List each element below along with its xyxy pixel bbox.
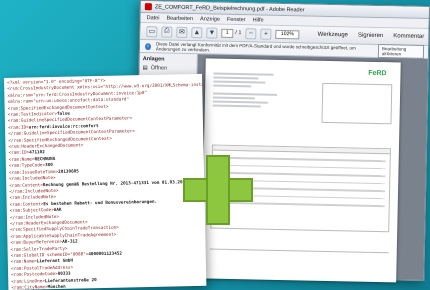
xml-tag: <ram:GuidelineSpecifiedDocumentContextPa… [7,116,133,125]
menu-bearbeiten[interactable]: Bearbeiten [166,15,193,22]
print-icon[interactable]: ⎙ [161,25,173,38]
menu-hilfe[interactable]: Hilfe [253,17,264,23]
menu-datei[interactable]: Datei [147,15,160,21]
xml-tag: <ram:GlobalID schemeID="0088"> [10,252,89,259]
xml-tag: <rsm:HeaderExchangedDocument> [8,143,84,150]
invoice-header-box [321,82,393,125]
xml-value: Lieferant GmbH [36,258,74,265]
address-block [212,72,284,108]
adobe-reader-icon [144,3,152,11]
folder-icon: ▤ [142,65,148,72]
xml-value: AB-312 [62,239,78,245]
xml-tag: <ram:ID> [8,150,30,157]
attachments-title: Anlagen [142,56,165,63]
open-label: Öffnen [150,65,168,72]
xml-tag: <ram:CityName> [11,285,48,290]
enable-editing-button[interactable]: Bearbeitung aktivieren [377,43,425,59]
open-icon[interactable]: ▭ [146,25,158,37]
xml-tag: </ram:GuidelineSpecifiedDocumentContextP… [8,129,135,138]
ferd-logo: FeRD [368,70,386,77]
email-icon[interactable]: ✉ [176,26,188,38]
menu-fenster[interactable]: Fenster [227,16,246,22]
xml-value: 80333 [57,271,71,278]
xml-tag: <rsm:SpecifiedExchangedDocumentContext> [7,104,109,112]
window-title: ZE_COMFORT_FeRD_Beispielrechnung.pdf - A… [154,3,305,13]
xml-document: <?xml version="1.0" encoding="UTF-8"?> <r… [4,73,207,290]
xml-tag: <ram:ApplicableSupplyChainTradeAgreement… [10,232,117,240]
xml-tag: <ram:BuyerReference> [10,239,63,247]
xml-tag: <ram:ID> [8,125,29,131]
xml-tag: </ram:IncludedNote> [9,214,60,221]
xml-value: Es bestehen Rabatt- und Bonusvereinbarun… [43,199,158,207]
xml-tag: <ram:Content> [9,201,44,208]
xml-tag: <ram:SubjectCode> [9,208,54,215]
page-number-input[interactable] [221,28,234,38]
tools-tab[interactable]: Werkzeuge [318,32,348,39]
xml-value: Lieferantenstraße 20 [44,277,97,284]
next-page-icon[interactable]: ▼ [206,26,218,39]
xml-tag: <ram:LineOne> [11,278,45,285]
xml-tag: <ram:Name> [8,157,35,163]
zoom-out-icon[interactable]: − [245,27,257,39]
xml-tag: </rsm:SpecifiedExchangedDocumentContext> [8,136,112,144]
attachments-open-button[interactable]: ▤ Öffnen [143,65,194,72]
xml-tag: </ram:IncludedNote> [9,188,59,195]
xml-tag: <ram:IncludedNote> [9,195,57,202]
zoom-in-icon[interactable]: + [260,28,272,40]
right-tools: Werkzeuge Signieren Kommentar [318,32,429,40]
xml-value: false [56,111,70,117]
invoice-footer [209,248,389,273]
xml-tag: <ram:PostcodeCode> [11,272,58,279]
zoom-select[interactable]: 102% [275,29,300,39]
page-navigator: / 1 [221,28,242,38]
xml-tag: <ram:Content> [9,182,43,189]
xml-value: 380 [45,163,53,169]
xml-tag: <ram:TypeCode> [8,163,46,170]
xml-value: RECHNUNG [34,156,56,163]
comment-tab[interactable]: Kommentar [393,33,424,40]
sign-tab[interactable]: Signieren [358,33,383,40]
xml-tag: <ram:IssueDateTime> [8,169,59,176]
xml-tag: <ram:SellerTradeParty> [10,246,68,253]
xml-tag: <ram:IncludedNote> [9,176,56,183]
plus-icon [183,155,253,225]
xml-value: 20130605 [58,169,79,175]
xml-tag: <ram:PostalTradeAddress> [10,265,74,272]
xml-value: AAK [53,207,62,214]
xml-value: 4000001123452 [88,251,123,258]
prev-page-icon[interactable]: ▲ [191,26,203,38]
menu-anzeige[interactable]: Anzeige [200,16,220,22]
info-icon: i [144,42,152,50]
xml-tag: xmlns:ram="urn:un:unece:uncefact:data:st… [7,97,130,106]
page-total: / 1 [235,30,242,37]
logo-text: FeRD [368,69,387,78]
xml-value: 471102 [29,150,45,156]
xml-tag: <ram:Name> [10,259,37,266]
